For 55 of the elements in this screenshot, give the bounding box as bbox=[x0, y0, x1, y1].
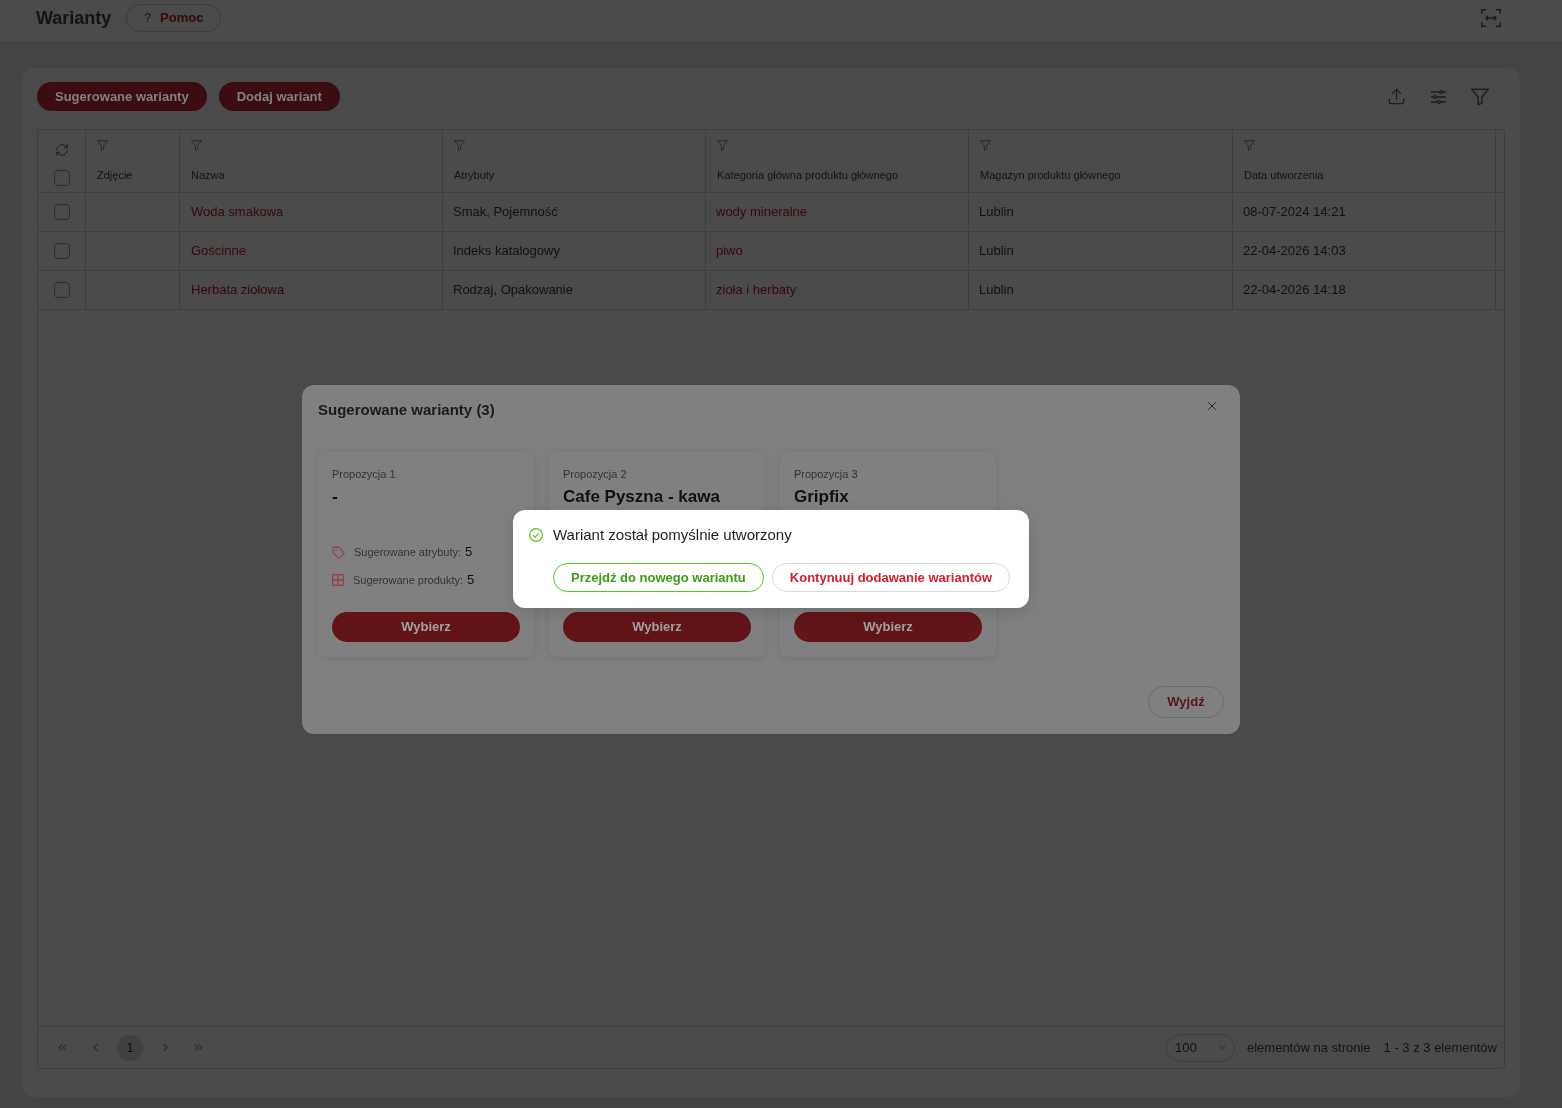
stat-label: Sugerowane produkty: bbox=[353, 572, 464, 588]
tag-icon bbox=[332, 545, 345, 559]
category-link[interactable]: piwo bbox=[716, 241, 743, 261]
table-cell-text: Lublin bbox=[979, 203, 1014, 222]
stat-value: 5 bbox=[465, 543, 473, 562]
proposal-label: Propozycja 3 bbox=[794, 467, 859, 481]
checkbox[interactable] bbox=[53, 170, 70, 186]
column-filter-icon[interactable] bbox=[980, 140, 991, 151]
table-cell-text: Smak, Pojemność bbox=[453, 203, 558, 222]
fullscreen-icon[interactable] bbox=[1481, 9, 1501, 27]
proposal-label: Propozycja 2 bbox=[563, 467, 628, 481]
category-link[interactable]: wody mineralne bbox=[716, 202, 808, 222]
sliders-icon[interactable] bbox=[1431, 89, 1446, 104]
exit-button[interactable]: Wyjdź bbox=[1148, 686, 1224, 718]
column-filter-icon[interactable] bbox=[454, 140, 465, 151]
checkbox[interactable] bbox=[53, 282, 70, 298]
column-filter-icon[interactable] bbox=[97, 140, 108, 151]
table-cell-text: 22-04-2026 14:18 bbox=[1243, 281, 1346, 300]
checkbox[interactable] bbox=[53, 204, 70, 220]
help-icon: ? bbox=[144, 12, 152, 24]
filter-icon[interactable] bbox=[1471, 87, 1489, 106]
table-cell-text: Indeks katalogowy bbox=[453, 242, 560, 261]
grid-icon bbox=[332, 574, 344, 586]
close-icon[interactable] bbox=[1205, 399, 1219, 413]
proposal-label: Propozycja 1 bbox=[332, 467, 397, 481]
refresh-icon[interactable] bbox=[54, 143, 69, 157]
select-button[interactable]: Wybierz bbox=[563, 612, 751, 642]
table-cell-text: 08-07-2024 14:21 bbox=[1243, 203, 1346, 222]
category-link[interactable]: zioła i herbaty bbox=[716, 280, 797, 300]
variant-name-link[interactable]: Herbata ziołowa bbox=[191, 280, 285, 300]
stat-label: Sugerowane atrybuty: bbox=[354, 544, 461, 560]
proposal-title: - bbox=[332, 487, 339, 507]
popup-title: Wariant został pomyślnie utworzony bbox=[553, 524, 792, 545]
column-filter-icon[interactable] bbox=[191, 140, 202, 151]
upload-icon[interactable] bbox=[1387, 87, 1406, 106]
variant-name-link[interactable]: Woda smakowa bbox=[191, 202, 284, 222]
variant-name-link[interactable]: Gościnne bbox=[191, 241, 246, 261]
checkbox[interactable] bbox=[53, 243, 70, 259]
table-cell-text: Lublin bbox=[979, 281, 1014, 300]
check-circle-icon bbox=[529, 528, 543, 542]
go-to-variant-button[interactable]: Przejdź do nowego wariantu bbox=[553, 563, 764, 592]
toolbar-button[interactable]: Dodaj wariant bbox=[218, 82, 340, 111]
table-cell-text: Rodzaj, Opakowanie bbox=[453, 281, 573, 300]
proposal-title: Gripfix bbox=[794, 487, 850, 507]
column-filter-icon[interactable] bbox=[1244, 140, 1255, 151]
column-filter-icon[interactable] bbox=[717, 140, 728, 151]
table-cell-text: 22-04-2026 14:03 bbox=[1243, 242, 1346, 261]
table-cell-text: Lublin bbox=[979, 242, 1014, 261]
select-button[interactable]: Wybierz bbox=[794, 612, 982, 642]
dialog-title: Sugerowane warianty (3) bbox=[318, 401, 495, 419]
continue-button[interactable]: Kontynuuj dodawanie wariantów bbox=[771, 563, 1011, 592]
proposal-title: Cafe Pyszna - kawa bbox=[563, 487, 721, 507]
toolbar-button[interactable]: Sugerowane warianty bbox=[37, 82, 207, 111]
stat-value: 5 bbox=[467, 571, 475, 590]
select-button[interactable]: Wybierz bbox=[332, 612, 520, 642]
